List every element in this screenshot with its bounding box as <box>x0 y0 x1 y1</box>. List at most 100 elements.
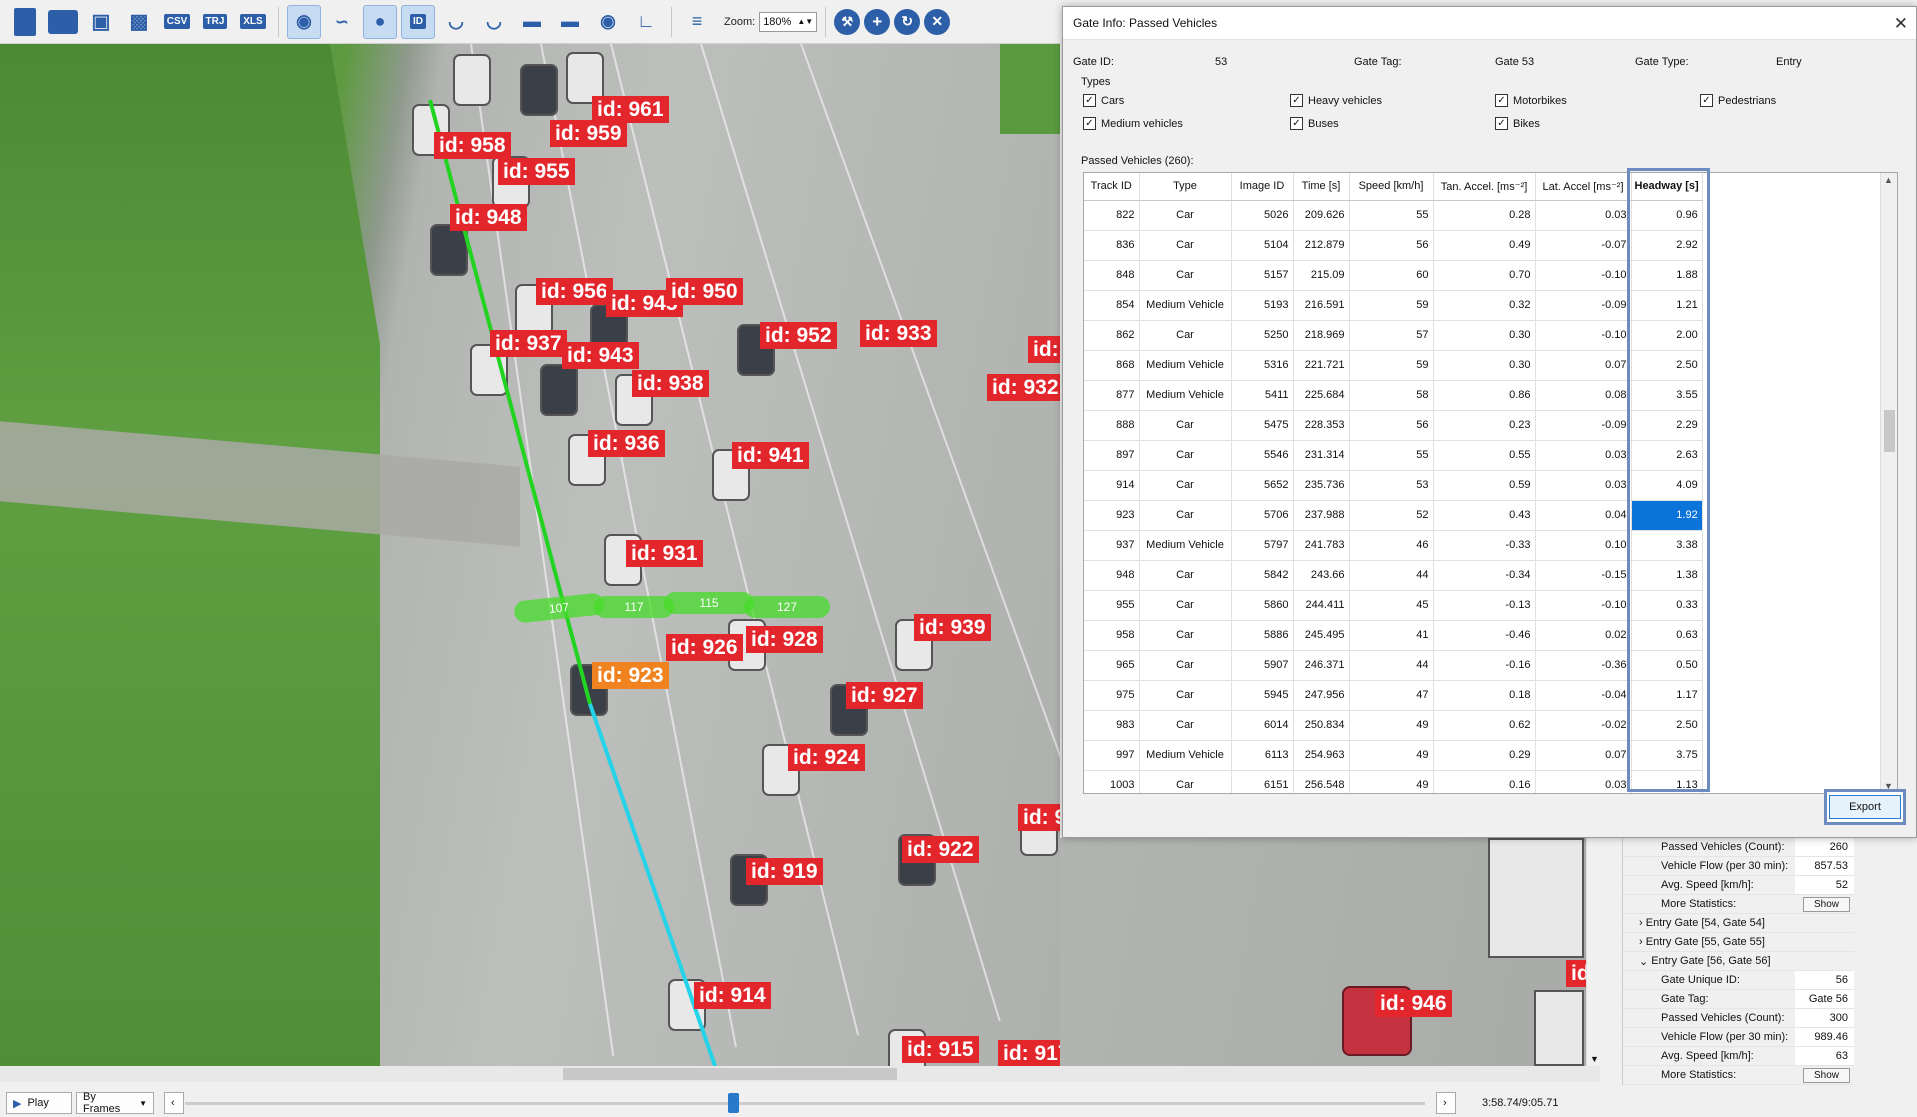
checkbox-check-icon[interactable]: ✓ <box>1083 117 1096 130</box>
table-cell[interactable]: 958 <box>1084 620 1140 651</box>
table-cell[interactable]: 0.04 <box>1535 500 1632 531</box>
timeline-slider-handle[interactable] <box>728 1093 739 1113</box>
table-cell[interactable]: 0.63 <box>1631 620 1703 651</box>
table-cell[interactable]: 0.16 <box>1433 770 1536 793</box>
step-forward-button[interactable]: › <box>1436 1092 1456 1114</box>
checkbox-check-icon[interactable]: ✓ <box>1495 117 1508 130</box>
table-cell[interactable]: 209.626 <box>1293 200 1350 231</box>
table-cell[interactable]: -0.04 <box>1535 680 1632 711</box>
table-cell[interactable]: 868 <box>1084 350 1140 381</box>
table-cell[interactable]: 6151 <box>1231 770 1294 793</box>
table-row[interactable]: 958 Car 5886 245.495 41 -0.46 0.02 0.63 <box>1084 620 1703 651</box>
table-cell[interactable]: 965 <box>1084 650 1140 681</box>
table-row[interactable]: 965 Car 5907 246.371 44 -0.16 -0.36 0.50 <box>1084 650 1703 681</box>
table-cell[interactable]: -0.02 <box>1535 710 1632 741</box>
table-cell[interactable]: 0.32 <box>1433 290 1536 321</box>
layers-button[interactable]: ≡ <box>680 5 714 39</box>
play-button[interactable]: ▶ Play <box>6 1092 72 1114</box>
table-cell[interactable]: 56 <box>1349 410 1434 441</box>
table-cell[interactable]: -0.33 <box>1433 530 1536 561</box>
table-cell[interactable]: 0.86 <box>1433 380 1536 411</box>
table-cell[interactable]: 1003 <box>1084 770 1140 793</box>
table-cell[interactable]: 914 <box>1084 470 1140 501</box>
table-cell[interactable]: 0.03 <box>1535 440 1632 471</box>
table-cell[interactable]: 212.879 <box>1293 230 1350 261</box>
table-cell[interactable]: 0.62 <box>1433 710 1536 741</box>
table-cell[interactable]: 5797 <box>1231 530 1294 561</box>
table-cell[interactable]: 49 <box>1349 710 1434 741</box>
tree-group-gate-54[interactable]: › Entry Gate [54, Gate 54] <box>1623 914 1854 933</box>
table-row[interactable]: 848 Car 5157 215.09 60 0.70 -0.10 1.88 <box>1084 260 1703 291</box>
table-cell[interactable]: 2.92 <box>1631 230 1703 261</box>
table-cell[interactable]: 5886 <box>1231 620 1294 651</box>
table-cell[interactable]: -0.16 <box>1433 650 1536 681</box>
table-row[interactable]: 1003 Car 6151 256.548 49 0.16 0.03 1.13 <box>1084 770 1703 793</box>
table-cell[interactable]: 5250 <box>1231 320 1294 351</box>
table-cell[interactable]: 0.02 <box>1535 620 1632 651</box>
table-cell[interactable]: 2.29 <box>1631 410 1703 441</box>
table-cell[interactable]: 57 <box>1349 320 1434 351</box>
table-cell[interactable]: 241.783 <box>1293 530 1350 561</box>
table-cell[interactable]: 1.38 <box>1631 560 1703 591</box>
table-cell[interactable]: 221.721 <box>1293 350 1350 381</box>
table-cell[interactable]: 231.314 <box>1293 440 1350 471</box>
table-row[interactable]: 877 Medium Vehicle 5411 225.684 58 0.86 0.08 3.… <box>1084 380 1703 411</box>
table-cell[interactable]: 225.684 <box>1293 380 1350 411</box>
table-cell[interactable]: 1.17 <box>1631 680 1703 711</box>
table-cell[interactable]: Medium Vehicle <box>1139 380 1232 411</box>
table-cell[interactable]: Medium Vehicle <box>1139 350 1232 381</box>
chevron-down-icon[interactable]: ⌄ <box>1623 955 1651 968</box>
passed-vehicles-table[interactable]: Track ID Type Image ID Time [s] Speed [k… <box>1083 172 1898 794</box>
table-cell[interactable]: 6014 <box>1231 710 1294 741</box>
table-vertical-scrollbar[interactable]: ▲ ▼ <box>1880 173 1897 793</box>
table-cell[interactable]: 2.00 <box>1631 320 1703 351</box>
video-button[interactable]: ▩ <box>122 5 156 39</box>
checkbox-medium-vehicles[interactable]: ✓ Medium vehicles <box>1083 117 1183 130</box>
table-cell[interactable]: 0.33 <box>1631 590 1703 621</box>
table-cell[interactable]: 245.495 <box>1293 620 1350 651</box>
table-cell[interactable]: 215.09 <box>1293 260 1350 291</box>
table-cell[interactable]: 923 <box>1084 500 1140 531</box>
table-cell[interactable]: 0.29 <box>1433 740 1536 771</box>
checkbox-buses[interactable]: ✓ Buses <box>1290 117 1339 130</box>
table-cell[interactable]: 0.30 <box>1433 320 1536 351</box>
show-statistics-button[interactable]: Show <box>1802 896 1850 912</box>
add-button[interactable]: + <box>864 8 891 35</box>
export-trj-button[interactable]: TRJ <box>198 5 232 39</box>
table-cell[interactable]: 3.75 <box>1631 740 1703 771</box>
table-cell[interactable]: 3.55 <box>1631 380 1703 411</box>
table-cell[interactable]: 854 <box>1084 290 1140 321</box>
table-cell[interactable]: 948 <box>1084 560 1140 591</box>
table-cell[interactable]: Car <box>1139 410 1232 441</box>
table-cell[interactable]: 1.21 <box>1631 290 1703 321</box>
table-cell[interactable]: 822 <box>1084 200 1140 231</box>
spin-arrows-icon[interactable]: ▲▼ <box>797 17 813 26</box>
table-cell[interactable]: 836 <box>1084 230 1140 261</box>
trajectory-tool-button[interactable]: ∽ <box>325 5 359 39</box>
table-cell[interactable]: 60 <box>1349 260 1434 291</box>
table-cell[interactable]: 52 <box>1349 500 1434 531</box>
table-cell[interactable]: 5945 <box>1231 680 1294 711</box>
gate-segment[interactable]: 127 <box>744 596 830 618</box>
gate-tool-button[interactable]: ◉ <box>287 4 321 39</box>
table-cell[interactable]: 228.353 <box>1293 410 1350 441</box>
table-row[interactable]: 868 Medium Vehicle 5316 221.721 59 0.30 0.07 2.… <box>1084 350 1703 381</box>
checkbox-heavy-vehicles[interactable]: ✓ Heavy vehicles <box>1290 94 1382 107</box>
table-row[interactable]: 983 Car 6014 250.834 49 0.62 -0.02 2.50 <box>1084 710 1703 741</box>
table-cell[interactable]: 0.30 <box>1433 350 1536 381</box>
table-row[interactable]: 923 Car 5706 237.988 52 0.43 0.04 1.92 <box>1084 500 1703 531</box>
table-cell[interactable]: 246.371 <box>1293 650 1350 681</box>
video-vertical-scrollbar[interactable]: ▼ <box>1586 838 1600 1066</box>
table-cell[interactable]: 53 <box>1349 470 1434 501</box>
table-cell[interactable]: Car <box>1139 260 1232 291</box>
zoom-spinbox[interactable]: 180% ▲▼ <box>759 11 818 32</box>
table-cell[interactable]: -0.46 <box>1433 620 1536 651</box>
checkbox-check-icon[interactable]: ✓ <box>1495 94 1508 107</box>
table-cell[interactable]: 58 <box>1349 380 1434 411</box>
table-cell[interactable]: 56 <box>1349 230 1434 261</box>
table-cell[interactable]: 0.43 <box>1433 500 1536 531</box>
table-row[interactable]: 997 Medium Vehicle 6113 254.963 49 0.29 0.07 3.… <box>1084 740 1703 771</box>
table-cell[interactable]: 243.66 <box>1293 560 1350 591</box>
table-cell[interactable]: Car <box>1139 770 1232 793</box>
table-cell[interactable]: 0.07 <box>1535 740 1632 771</box>
